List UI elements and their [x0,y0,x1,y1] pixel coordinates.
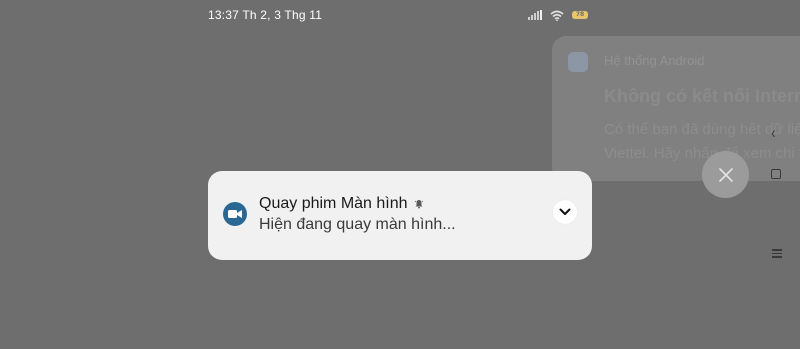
dismiss-button[interactable] [702,151,749,198]
signal-icon [528,10,542,20]
wifi-icon [550,10,564,21]
screen-recording-notification[interactable]: Quay phim Màn hình Hiện đang quay màn hì… [208,171,592,260]
video-camera-icon [223,202,247,226]
battery-icon: 78 [572,11,588,19]
background-notification-title: Không có kết nối Internet [604,86,800,106]
status-time: 13:37 Th 2, 3 Thg 11 [208,8,323,22]
menu-icon[interactable] [772,249,782,260]
background-notification[interactable]: Hệ thống Android Không có kết nối Intern… [552,36,800,181]
android-system-icon [568,52,588,72]
bell-icon [414,200,423,209]
expand-button[interactable] [553,200,577,224]
chevron-left-icon: ‹ [771,122,776,142]
recents-icon[interactable] [771,169,781,179]
notification-title: Quay phim Màn hình [259,195,408,212]
background-body-line-2: Viettel. Hãy nhấn để xem chi tiết [604,145,800,162]
background-app-name: Hệ thống Android [604,53,705,68]
notification-body: Hiện đang quay màn hình... [259,216,456,233]
notification-header: Quay phim Màn hình [259,195,424,213]
close-icon [718,167,733,182]
chevron-down-icon [559,208,571,215]
status-icons: 78 [528,8,588,22]
